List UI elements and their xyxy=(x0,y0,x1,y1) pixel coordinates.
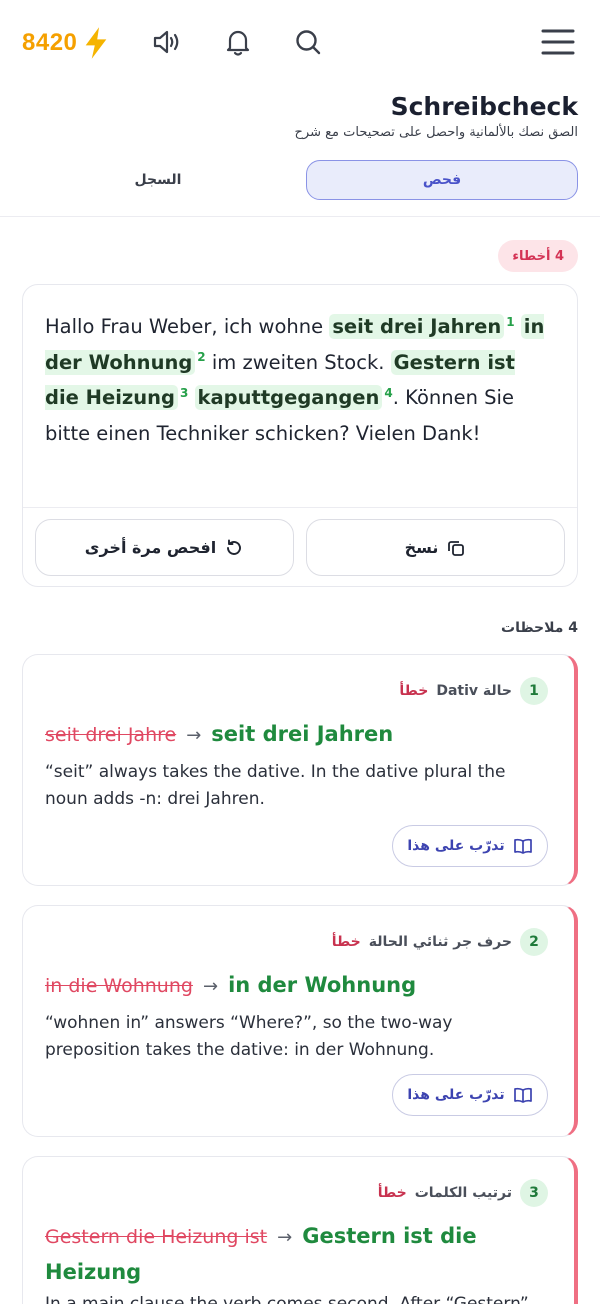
page-subtitle: الصق نصك بالألمانية واحصل على تصحيحات مع… xyxy=(294,125,578,140)
tab-history[interactable]: السجل xyxy=(22,160,294,200)
wrong-text: Gestern die Heizung ist xyxy=(45,1226,268,1248)
notes-count: 4 ملاحظات xyxy=(501,620,578,636)
wrong-text: in die Wohnung xyxy=(45,975,193,997)
points-value: 8420 xyxy=(22,29,78,56)
note-error-tag: خطأ xyxy=(399,683,429,699)
note-category: ترتيب الكلمات xyxy=(414,1185,512,1201)
note-number: 1 xyxy=(520,677,548,705)
top-bar: 8420 xyxy=(0,0,600,86)
card-divider xyxy=(23,507,577,508)
note-card-1: 1 حالة Dativ خطأ seit drei Jahre → seit dr… xyxy=(22,654,578,886)
tab-check[interactable]: فحص xyxy=(306,160,578,200)
speaker-button[interactable] xyxy=(148,24,184,60)
page-header: Schreibcheck الصق نصك بالألمانية واحصل ع… xyxy=(295,92,578,140)
text-segment: Hallo Frau Weber, ich wohne xyxy=(45,315,330,338)
bell-icon xyxy=(226,30,250,56)
recheck-label: افحص مرة أخرى xyxy=(84,538,217,557)
note-header: 2 حرف جر ثنائي الحالة خطأ xyxy=(332,928,548,956)
checked-text: Hallo Frau Weber, ich wohne seit drei Ja… xyxy=(23,285,577,507)
marker-4: 4 xyxy=(384,385,393,400)
tab-bar: فحص السجل xyxy=(22,160,578,200)
notifications-button[interactable] xyxy=(220,24,256,60)
practice-label: تدرّب على هذا xyxy=(407,1087,505,1103)
correction-line: in die Wohnung → in der Wohnung xyxy=(45,968,552,1004)
marker-1: 1 xyxy=(506,314,515,329)
note-category: حرف جر ثنائي الحالة xyxy=(368,934,512,950)
wrong-text: seit drei Jahre xyxy=(45,724,177,746)
note-header: 1 حالة Dativ خطأ xyxy=(399,677,548,705)
correction-line: Gestern die Heizung ist → Gestern ist die … xyxy=(45,1219,514,1291)
text-segment: im zweiten Stock. xyxy=(205,350,391,374)
search-button[interactable] xyxy=(290,24,326,60)
correction-line: seit drei Jahre → seit drei Jahren xyxy=(45,717,552,753)
note-number: 3 xyxy=(520,1179,548,1207)
copy-label: نسخ xyxy=(404,538,439,557)
menu-button[interactable] xyxy=(540,26,576,58)
practice-button[interactable]: تدرّب على هذا xyxy=(392,1074,548,1116)
header-divider xyxy=(0,216,600,217)
refresh-icon xyxy=(227,539,242,555)
note-card-2: 2 حرف جر ثنائي الحالة خطأ in die Wohnung… xyxy=(22,905,578,1137)
note-number: 2 xyxy=(520,928,548,956)
note-explanation: In a main clause the verb comes second. … xyxy=(45,1294,529,1304)
book-icon xyxy=(513,1087,532,1103)
note-card-3: 3 ترتيب الكلمات خطأ Gestern die Heizung … xyxy=(22,1156,578,1304)
highlight-4[interactable]: kaputtgegangen xyxy=(194,385,383,410)
practice-label: تدرّب على هذا xyxy=(407,838,505,854)
arrow-right-icon: → xyxy=(277,1227,293,1248)
note-header: 3 ترتيب الكلمات خطأ xyxy=(378,1179,548,1207)
arrow-right-icon: → xyxy=(186,725,202,746)
points-counter[interactable]: 8420 xyxy=(22,26,111,60)
marker-2: 2 xyxy=(197,350,206,364)
bolt-icon xyxy=(86,27,107,59)
search-icon xyxy=(296,30,321,55)
copy-icon xyxy=(448,540,465,556)
speaker-icon xyxy=(153,30,179,54)
checked-text-card: Hallo Frau Weber, ich wohne seit drei Ja… xyxy=(22,284,578,587)
copy-button[interactable]: نسخ xyxy=(306,519,565,576)
note-explanation: “seit” always takes the dative. In the d… xyxy=(45,762,506,809)
practice-button[interactable]: تدرّب على هذا xyxy=(392,825,548,867)
note-category: حالة Dativ xyxy=(436,683,512,699)
corrected-text: in der Wohnung xyxy=(228,973,417,997)
book-icon xyxy=(513,838,532,854)
recheck-button[interactable]: افحص مرة أخرى xyxy=(35,519,294,576)
note-explanation: “wohnen in” answers “Where?”, so the two… xyxy=(45,1013,453,1060)
page-title: Schreibcheck xyxy=(390,92,578,121)
marker-3: 3 xyxy=(179,385,189,400)
note-error-tag: خطأ xyxy=(331,934,361,950)
highlight-1[interactable]: seit drei Jahren xyxy=(329,314,505,339)
errors-badge: 4 أخطاء xyxy=(498,240,578,272)
menu-icon xyxy=(541,29,575,55)
note-error-tag: خطأ xyxy=(377,1185,407,1201)
arrow-right-icon: → xyxy=(202,976,219,997)
corrected-text: seit drei Jahren xyxy=(211,722,394,746)
